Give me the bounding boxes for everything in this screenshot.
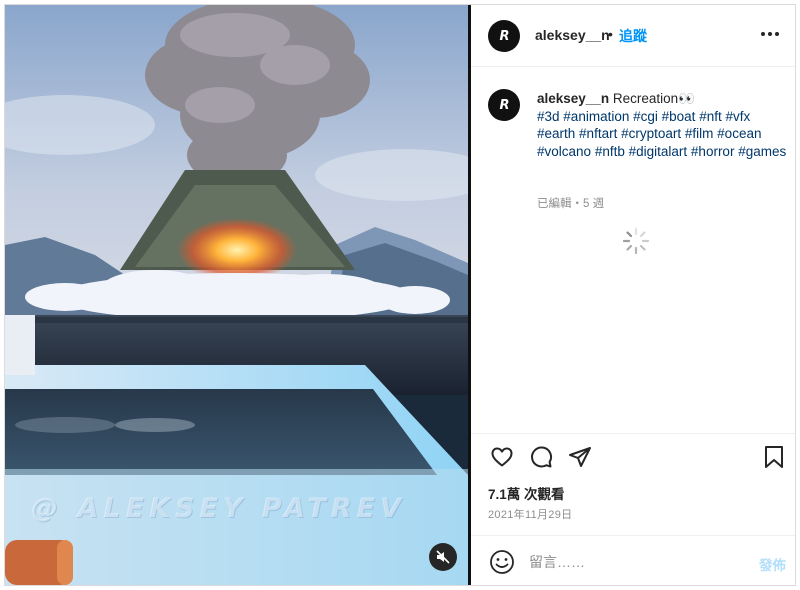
post-header: R aleksey__n • 追蹤	[471, 5, 795, 67]
hashtag[interactable]: #nftart	[579, 126, 617, 141]
post-dialog: @ ALEKSEY PATREV R aleksey__n • 追蹤 R ale…	[4, 4, 796, 586]
share-button[interactable]	[566, 443, 594, 471]
paper-plane-icon	[569, 447, 591, 467]
hashtag[interactable]: #animation	[563, 109, 629, 124]
post-date[interactable]: 2021年11月29日	[488, 506, 572, 522]
hashtag[interactable]: #volcano	[537, 144, 591, 159]
hashtag[interactable]: #games	[738, 144, 786, 159]
emoji-smile-icon	[490, 550, 514, 574]
heart-icon	[491, 447, 513, 467]
caption-avatar-initials: R	[499, 97, 509, 113]
more-horizontal-icon	[761, 32, 765, 36]
bookmark-icon	[765, 446, 783, 468]
avatar-initials: R	[499, 28, 509, 44]
comment-divider	[471, 535, 795, 536]
hashtag[interactable]: #ocean	[717, 126, 761, 141]
more-options-button[interactable]	[757, 23, 783, 45]
video-watermark: @ ALEKSEY PATREV	[31, 493, 406, 524]
comment-button[interactable]	[527, 443, 555, 471]
caption-avatar[interactable]: R	[488, 89, 520, 121]
post-caption: aleksey__n Recreation👀 #3d #animation #c…	[537, 90, 787, 160]
view-count: 7.1萬 次觀看	[488, 487, 565, 502]
header-separator: •	[608, 26, 613, 42]
hashtag[interactable]: #cgi	[633, 109, 658, 124]
post-comment-button[interactable]: 發佈	[759, 554, 786, 574]
hashtag[interactable]: #earth	[537, 126, 575, 141]
hashtag[interactable]: #digitalart	[629, 144, 688, 159]
follow-button[interactable]: 追蹤	[619, 26, 647, 46]
loading-spinner-icon	[622, 227, 650, 255]
mute-button[interactable]	[429, 543, 457, 571]
hashtag[interactable]: #film	[685, 126, 714, 141]
hashtag[interactable]: #boat	[662, 109, 696, 124]
comment-icon	[531, 446, 553, 468]
caption-title: Recreation👀	[612, 91, 695, 106]
caption-meta: 已編輯・5 週	[537, 198, 605, 210]
emoji-button[interactable]	[489, 549, 515, 575]
header-username[interactable]: aleksey__n	[535, 27, 610, 43]
avatar[interactable]: R	[488, 20, 520, 52]
hashtag[interactable]: #horror	[691, 144, 735, 159]
like-button[interactable]	[488, 443, 516, 471]
speaker-muted-icon	[436, 550, 450, 564]
post-video[interactable]: @ ALEKSEY PATREV	[5, 5, 468, 585]
hashtag[interactable]: #nftb	[595, 144, 625, 159]
hashtag[interactable]: #nft	[699, 109, 722, 124]
actions-divider	[471, 433, 795, 434]
hashtag[interactable]: #cryptoart	[621, 126, 681, 141]
post-side-panel: R aleksey__n • 追蹤 R aleksey__n Recreatio…	[471, 5, 795, 585]
caption-username[interactable]: aleksey__n	[537, 91, 609, 106]
comment-input[interactable]	[529, 551, 749, 573]
hashtag[interactable]: #3d	[537, 109, 560, 124]
hashtag[interactable]: #vfx	[726, 109, 751, 124]
save-button[interactable]	[760, 443, 788, 471]
